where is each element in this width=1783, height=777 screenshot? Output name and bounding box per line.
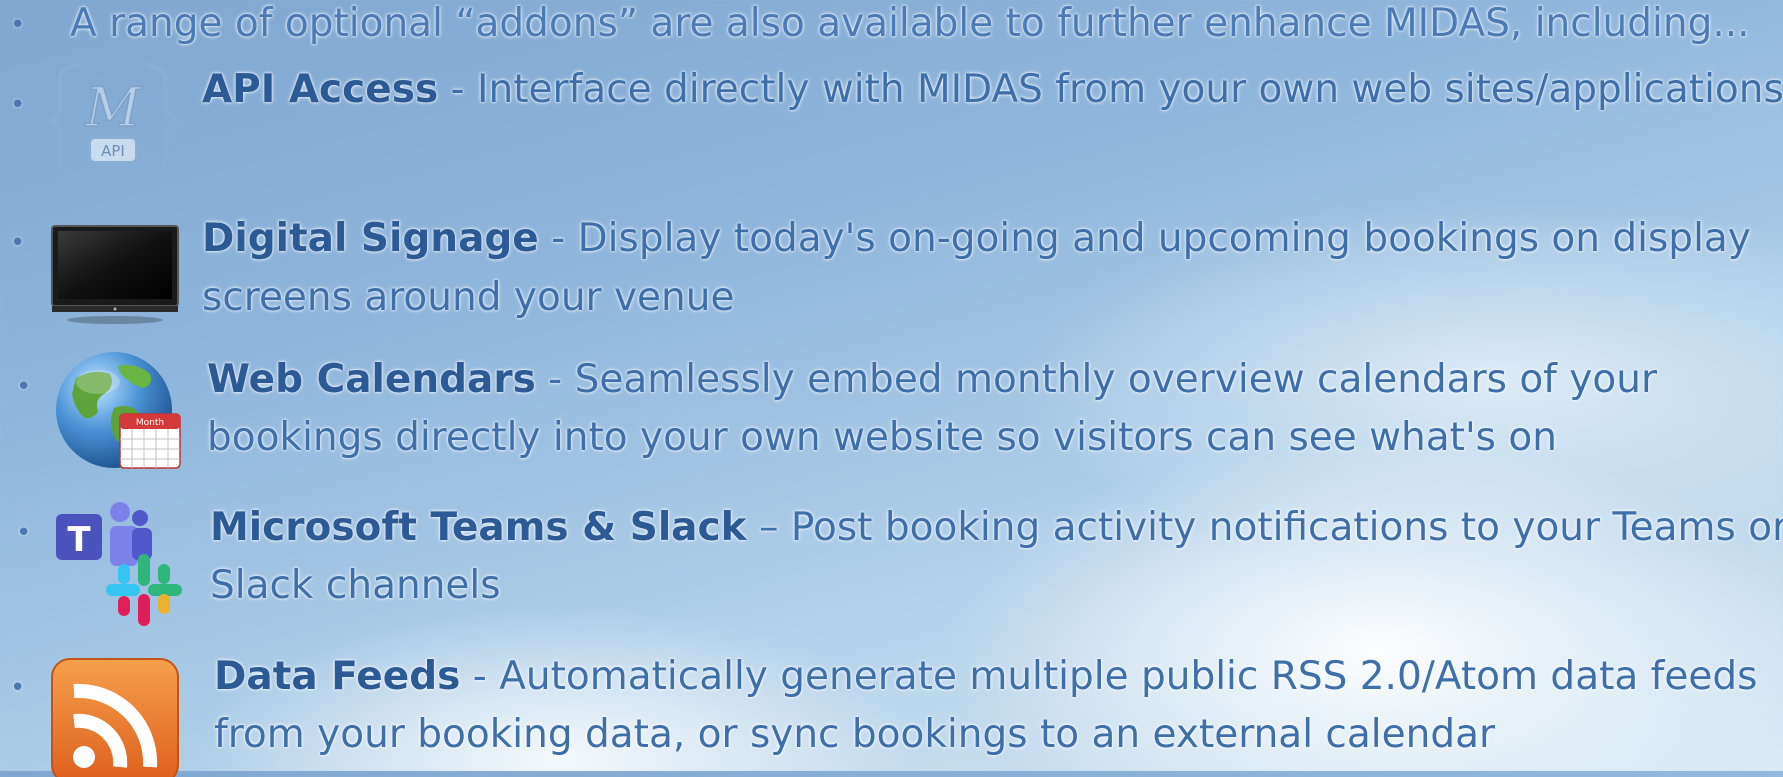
- addon-text-line: Data Feeds - Automatically generate mult…: [214, 647, 1757, 706]
- bullet: •: [10, 10, 26, 40]
- teams-slack-icon: T: [56, 502, 182, 626]
- addon-text-line-2: from your booking data, or sync bookings…: [214, 712, 1496, 757]
- separator: -: [460, 654, 500, 699]
- separator: –: [746, 505, 791, 550]
- addon-text-line-2: Slack channels: [210, 563, 501, 608]
- addon-description: Interface directly with MIDAS from your …: [477, 67, 1783, 112]
- separator: -: [538, 216, 578, 261]
- addon-title: API Access: [202, 67, 439, 112]
- bullet: •: [16, 518, 32, 548]
- api-label: API: [101, 142, 125, 160]
- addon-text-line: API Access - Interface directly with MID…: [202, 60, 1783, 119]
- addon-text-line-2: screens around your venue: [202, 275, 735, 320]
- addon-text-line: Digital Signage - Display today's on-goi…: [202, 209, 1751, 268]
- addon-title: Digital Signage: [202, 216, 539, 261]
- addon-description: Post booking activity notifications to y…: [790, 505, 1783, 550]
- teams-letter: T: [67, 520, 91, 560]
- bullet: •: [16, 372, 32, 402]
- addon-description: Display today's on-going and upcoming bo…: [577, 216, 1751, 261]
- separator: -: [535, 357, 575, 402]
- rss-icon: [51, 658, 179, 777]
- addon-title: Microsoft Teams & Slack: [210, 505, 747, 550]
- addon-title: Data Feeds: [214, 654, 461, 699]
- bullet: •: [10, 673, 26, 703]
- addon-text-line-2: bookings directly into your own website …: [207, 415, 1557, 460]
- separator: -: [438, 67, 478, 112]
- addon-title: Web Calendars: [207, 357, 536, 402]
- bullet: •: [10, 228, 26, 258]
- addon-text-line: Microsoft Teams & Slack – Post booking a…: [210, 498, 1783, 557]
- api-icon: M API: [48, 63, 178, 177]
- addon-description: Seamlessly embed monthly overview calend…: [574, 357, 1658, 402]
- globe-calendar-icon: Month: [56, 352, 181, 469]
- intro-text: A range of optional “addons” are also av…: [70, 1, 1750, 46]
- api-m-letter: M: [84, 76, 142, 139]
- tv-icon: [51, 225, 179, 324]
- addon-text-line: Web Calendars - Seamlessly embed monthly…: [207, 350, 1657, 409]
- addon-description: Automatically generate multiple public R…: [499, 654, 1758, 699]
- calendar-month-label: Month: [136, 418, 164, 428]
- bullet: •: [10, 90, 26, 120]
